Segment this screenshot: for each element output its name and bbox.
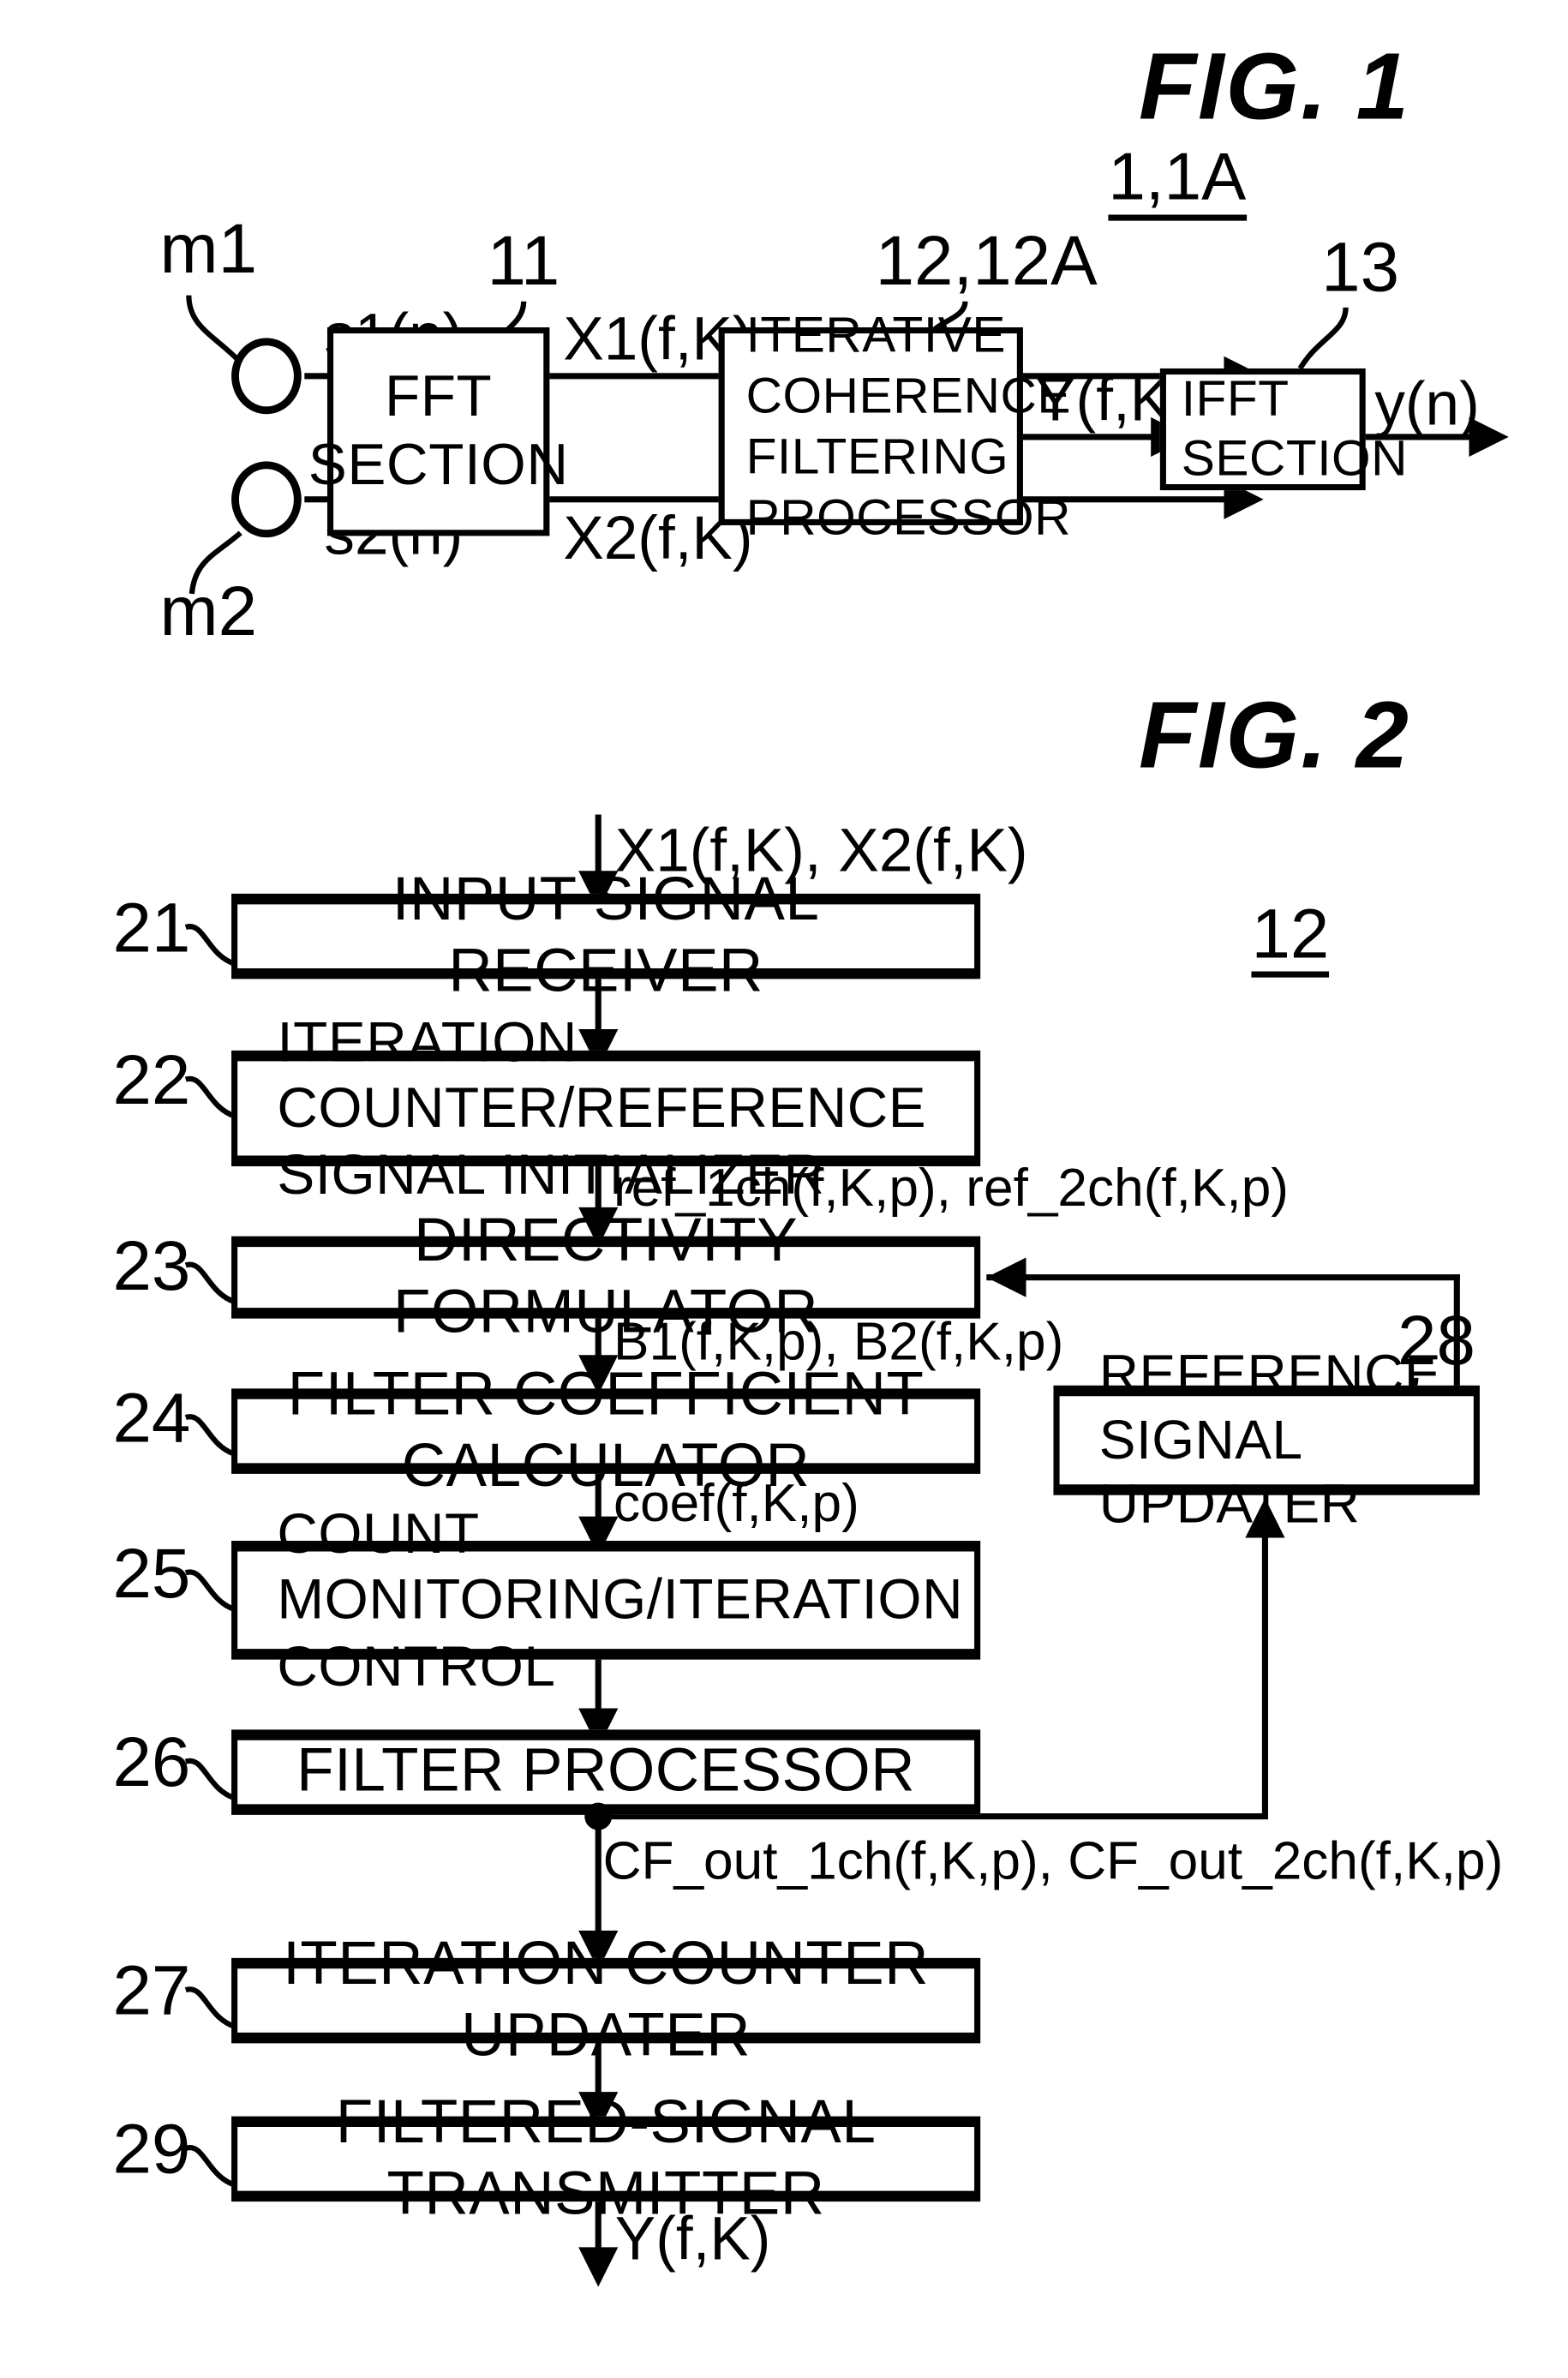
iterative-coherence-filtering-processor-block: ITERATIVE COHERENCE FILTERING PROCESSOR	[718, 305, 1071, 546]
edge-cfout-to-28-vline	[1261, 1534, 1268, 1817]
figure-2-title: FIG. 2	[1138, 683, 1410, 789]
ifft-output-line	[1365, 434, 1480, 440]
block-29-label: FILTERED-SIGNAL TRANSMITTER	[335, 2088, 877, 2228]
mic-m1-label: m1	[159, 208, 258, 288]
block-22-label: ITERATION COUNTER/REFERENCE	[277, 1009, 927, 1140]
block-directivity-formulator: DIRECTIVITY FORMULATOR	[231, 1207, 981, 1346]
figure-1-system-reference: 1,1A	[1108, 144, 1247, 221]
block-iteration-counter-reference-signal-initializer: ITERATION COUNTER/REFERENCE SIGNAL INITI…	[231, 1010, 981, 1206]
block-28-label2: UPDATER	[1098, 1472, 1361, 1536]
block-21-reference: 21	[112, 887, 191, 967]
block-25-label: COUNT MONITORING/ITERATION	[277, 1501, 964, 1632]
icfp-line1: ITERATIVE	[745, 305, 1007, 362]
block-22-reference: 22	[112, 1039, 191, 1119]
fft-section-line2: SECTION	[308, 433, 569, 498]
block-25-label2: CONTROL	[277, 1634, 556, 1698]
microphone-m1-icon	[231, 338, 302, 415]
block-iteration-counter-updater: ITERATION COUNTER UPDATER	[231, 1931, 981, 2070]
edge-cfout-to-28-arrowhead	[1245, 1498, 1285, 1538]
mic-m2-leader-line	[183, 530, 289, 596]
block-filter-coefficient-calculator: FILTER COEFFICIENT CALCULATOR	[231, 1361, 981, 1500]
fft-section-block: FFT SECTION	[308, 326, 568, 536]
block-filtered-signal-transmitter: FILTERED-SIGNAL TRANSMITTER	[231, 2088, 981, 2227]
fft-section-line1: FFT	[385, 364, 493, 429]
icfp-to-ifft-line	[1022, 434, 1158, 440]
block-26-label: FILTER PROCESSOR	[296, 1737, 916, 1806]
fft-section-reference: 11	[487, 220, 560, 301]
patent-figure-page: FIG. 1 1,1A m1 s1(n) m2 s2(n) 11 FFT SEC…	[0, 0, 1568, 2378]
ifft-section-leader-line	[1276, 304, 1368, 371]
icfp-line3: FILTERING	[745, 428, 1009, 484]
feedback-to-23-hline	[986, 1274, 1460, 1281]
ifft-section-line1: IFFT	[1181, 369, 1290, 427]
signal-yn-label: y(n)	[1374, 371, 1480, 439]
block-25-reference: 25	[112, 1533, 191, 1613]
block-filter-processor: FILTER PROCESSOR	[231, 1729, 981, 1815]
figure-1-title: FIG. 1	[1138, 34, 1410, 141]
icfp-line4: PROCESSOR	[745, 488, 1072, 546]
block-27-reference: 27	[112, 1950, 191, 2030]
fig2-output-arrowhead	[578, 2247, 619, 2287]
ifft-section-block: IFFT SECTION	[1159, 368, 1408, 491]
icfp-line2: COHERENCE	[745, 366, 1072, 423]
ifft-section-reference: 13	[1321, 226, 1400, 307]
block-23-reference: 23	[112, 1225, 191, 1305]
block-27-label: ITERATION COUNTER UPDATER	[283, 1930, 930, 2070]
block-24-reference: 24	[112, 1377, 191, 1458]
feedback-to-23-arrowhead	[986, 1257, 1026, 1297]
figure-2-system-reference: 12	[1251, 898, 1330, 978]
block-24-label: FILTER COEFFICIENT CALCULATOR	[287, 1361, 925, 1500]
fig2-output-signal-label: Y(f,K)	[614, 2206, 771, 2273]
cf-out-junction-dot	[584, 1802, 613, 1830]
icfp-reference: 12,12A	[875, 220, 1098, 301]
edge-label-cf-out: CF_out_1ch(f,K,p), CF_out_2ch(f,K,p)	[602, 1831, 1504, 1891]
block-reference-signal-updater: REFERENCE SIGNAL UPDATER	[1053, 1344, 1480, 1535]
block-21-label: INPUT SIGNAL RECEIVER	[392, 866, 820, 1005]
ifft-output-arrowhead	[1469, 416, 1509, 458]
block-28-label: REFERENCE SIGNAL	[1098, 1343, 1442, 1471]
block-26-reference: 26	[112, 1722, 191, 1801]
block-count-monitoring-iteration-control: COUNT MONITORING/ITERATION CONTROL	[231, 1502, 981, 1698]
microphone-m2-icon	[231, 461, 302, 538]
block-29-reference: 29	[112, 2108, 191, 2189]
block-input-signal-receiver: INPUT SIGNAL RECEIVER	[231, 866, 981, 1005]
